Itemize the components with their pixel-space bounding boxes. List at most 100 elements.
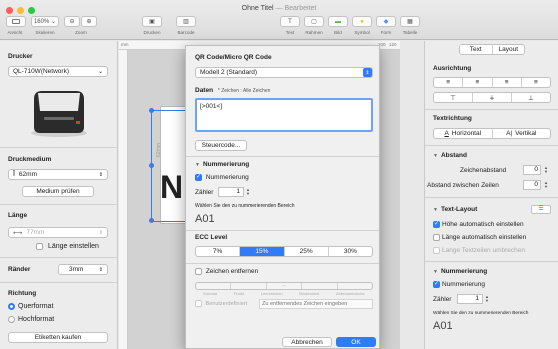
direction-horizontal-option[interactable]: A Horizontal <box>434 129 493 138</box>
line-spacing-label: Abstand zwischen Zeilen <box>427 182 499 189</box>
numbering-title: Nummerierung <box>440 268 488 275</box>
tab-text[interactable]: Text <box>460 45 493 54</box>
spacing-title: Abstand <box>440 152 467 159</box>
ecc-option-30[interactable]: 30% <box>329 247 372 256</box>
data-input[interactable]: [>001<] <box>195 98 373 132</box>
numbering-title: Nummerierung <box>202 161 250 168</box>
remove-char-types-control[interactable]: − <box>195 282 373 290</box>
line-spacing-stepper[interactable]: ▲ ▼ <box>544 181 548 189</box>
view-button[interactable] <box>6 16 26 27</box>
portrait-radio[interactable]: Hochformat <box>8 316 54 323</box>
align-right-icon[interactable]: ≡ <box>493 78 522 87</box>
resize-handle[interactable] <box>149 218 154 223</box>
checkbox-icon <box>36 243 43 250</box>
remove-type-toggle[interactable] <box>231 283 267 289</box>
char-spacing-value: 0 <box>534 166 538 173</box>
resize-handle[interactable] <box>149 163 154 168</box>
line-spacing-input[interactable]: 0 <box>523 180 541 190</box>
align-left-icon[interactable]: ≡ <box>434 78 464 87</box>
remove-type-comma: Komma <box>203 291 218 296</box>
spacing-heading[interactable]: ▼ Abstand <box>433 152 467 159</box>
print-button[interactable]: ▣ <box>142 16 162 27</box>
numbering-checkbox[interactable]: Nummerierung <box>433 280 485 288</box>
direction-vertical-option[interactable]: A| Vertikal <box>493 129 551 138</box>
zoom-in-button[interactable]: ⊕ <box>81 16 97 27</box>
ecc-option-25[interactable]: 25% <box>285 247 329 256</box>
table-tool-button[interactable]: ▦ <box>400 16 420 27</box>
user-defined-checkbox[interactable]: Benutzerdefiniert <box>195 300 247 307</box>
counter-stepper[interactable]: ▲ ▼ <box>485 295 489 303</box>
remove-type-space: Leerzeichen <box>260 291 283 296</box>
text-direction-control[interactable]: A Horizontal A| Vertikal <box>433 128 551 139</box>
char-spacing-stepper[interactable]: ▲ ▼ <box>544 166 548 174</box>
edited-status: — Bearbeitet <box>275 5 317 12</box>
counter-input[interactable]: 1 <box>457 294 483 304</box>
remove-type-toggle[interactable]: − <box>267 283 303 289</box>
printer-sidebar: Drucker QL-710W(Network) ⌄ Druckmedium ⫿… <box>0 41 118 349</box>
length-auto-checkbox[interactable]: Länge einstellen <box>36 243 99 250</box>
disclosure-triangle-icon: ▼ <box>195 162 200 168</box>
horizontal-alignment-control[interactable]: ≡ ≡ ≡ ≡ <box>433 77 551 88</box>
tape-width-icon: ⫿ <box>13 171 15 177</box>
counter-stepper[interactable]: ▲ ▼ <box>246 188 250 196</box>
up-down-arrows-icon: ⇕ <box>98 266 103 273</box>
buy-labels-button[interactable]: Etiketten kaufen <box>8 332 108 343</box>
numbering-checkbox[interactable]: Nummerierung <box>195 173 249 181</box>
remove-chars-checkbox[interactable]: Zeichen entfernen <box>195 268 258 275</box>
align-middle-icon[interactable]: ∔ <box>473 93 512 102</box>
qr-model-select[interactable]: Modell 2 (Standard) ⇕ <box>195 67 373 78</box>
barcode-button[interactable]: ▥ <box>176 16 196 27</box>
ecc-level-segmented-control[interactable]: 7% 15% 25% 30% <box>195 246 373 257</box>
align-justify-icon[interactable]: ≡ <box>522 78 550 87</box>
symbol-tool-button[interactable]: ● <box>352 16 372 27</box>
text-layout-options-button[interactable]: ☰ <box>531 205 551 214</box>
printer-select[interactable]: QL-710W(Network) ⌄ <box>8 66 108 77</box>
char-spacing-input[interactable]: 0 <box>523 165 541 175</box>
wrap-text-checkbox[interactable]: Lange Textzeilen umbrechen <box>433 247 525 254</box>
zoom-out-button[interactable]: ⊖ <box>64 16 80 27</box>
cancel-button-visible[interactable]: Abbrechen <box>282 337 332 347</box>
ecc-option-7[interactable]: 7% <box>196 247 241 256</box>
range-preview[interactable]: A01 <box>195 213 215 225</box>
control-code-label: Steuercode... <box>201 142 241 149</box>
frame-tool-button[interactable]: ▢ <box>304 16 324 27</box>
section-divider <box>0 257 118 258</box>
media-select[interactable]: ⫿ 62mm ⇕ <box>8 169 108 180</box>
margins-select[interactable]: 3mm ⇕ <box>58 264 108 275</box>
user-defined-label: Benutzerdefiniert <box>205 300 248 307</box>
align-bottom-icon[interactable]: ⊥ <box>512 93 550 102</box>
symbol-icon: ● <box>360 18 364 25</box>
auto-length-checkbox[interactable]: Länge automatisch einstellen <box>433 234 526 241</box>
user-defined-input[interactable] <box>259 299 373 309</box>
auto-height-checkbox[interactable]: Höhe automatisch einstellen <box>433 220 524 228</box>
properties-tabs[interactable]: Text Layout <box>459 44 525 55</box>
qr-model-value: Modell 2 (Standard) <box>200 69 258 76</box>
remove-type-toggle[interactable] <box>302 283 338 289</box>
section-divider <box>186 230 379 231</box>
numbering-heading[interactable]: ▼ Nummerierung <box>195 161 249 168</box>
ecc-option-15[interactable]: 15% <box>240 247 285 256</box>
length-field[interactable]: ⟷ 77mm ⇕ <box>8 227 108 238</box>
tab-layout[interactable]: Layout <box>493 45 525 54</box>
check-media-button[interactable]: Medium prüfen <box>22 186 94 197</box>
title-toolbar: Ohne Titel — Bearbeitet 160% ⌄ ⊖ ⊕ ▣ ▥ T… <box>0 0 558 40</box>
vertical-alignment-control[interactable]: ⊤ ∔ ⊥ <box>433 92 551 103</box>
length-auto-label: Länge einstellen <box>47 243 99 251</box>
align-top-icon[interactable]: ⊤ <box>434 93 473 102</box>
resize-handle[interactable] <box>149 108 154 113</box>
remove-type-toggle[interactable] <box>196 283 232 289</box>
remove-type-linebreak: Zeilenumbrüche <box>335 291 365 296</box>
scale-select[interactable]: 160% ⌄ <box>31 16 59 27</box>
text-tool-button[interactable]: T <box>280 16 300 27</box>
ok-button-visible[interactable]: OK <box>336 337 376 347</box>
image-tool-button[interactable]: ▬ <box>328 16 348 27</box>
numbering-heading[interactable]: ▼ Nummerierung <box>433 268 487 275</box>
text-layout-heading[interactable]: ▼ Text-Layout <box>433 206 477 213</box>
remove-type-toggle[interactable] <box>338 283 372 289</box>
form-tool-button[interactable]: ◆ <box>376 16 396 27</box>
landscape-radio[interactable]: Querformat <box>8 303 53 310</box>
counter-input[interactable]: 1 <box>218 187 244 197</box>
align-center-icon[interactable]: ≡ <box>463 78 493 87</box>
control-code-button[interactable]: Steuercode... <box>195 140 247 151</box>
range-preview[interactable]: A01 <box>433 320 453 332</box>
